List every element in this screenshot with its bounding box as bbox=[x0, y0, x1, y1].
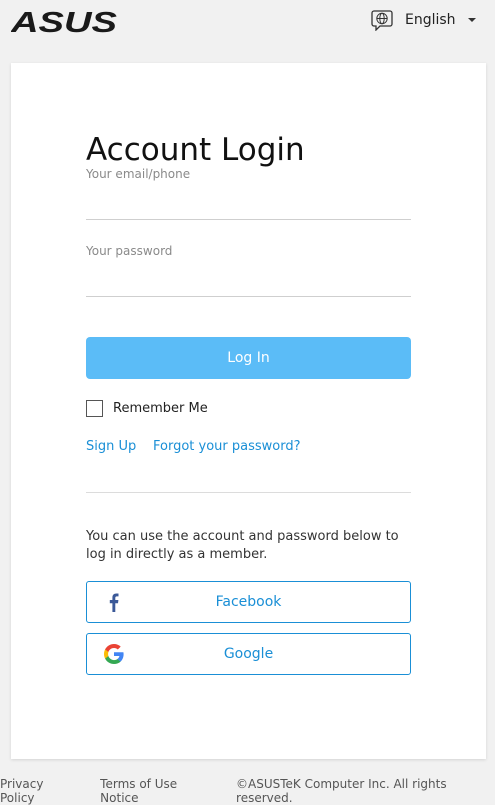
language-selector[interactable]: English bbox=[371, 9, 476, 31]
facebook-login-button[interactable]: Facebook bbox=[86, 581, 411, 623]
google-label: Google bbox=[223, 646, 274, 662]
password-field[interactable] bbox=[86, 270, 411, 297]
remember-me[interactable]: Remember Me bbox=[86, 400, 208, 417]
google-login-button[interactable]: Google bbox=[86, 633, 411, 675]
email-label: Your email/phone bbox=[86, 167, 191, 181]
forgot-password-link[interactable]: Forgot your password? bbox=[153, 439, 301, 454]
divider bbox=[86, 492, 411, 493]
remember-me-label: Remember Me bbox=[113, 401, 208, 416]
copyright-text: ©ASUSTeK Computer Inc. All rights reserv… bbox=[236, 777, 447, 805]
svg-text:ASUS: ASUS bbox=[11, 9, 118, 35]
caret-down-icon bbox=[467, 18, 476, 22]
top-bar: ASUS English bbox=[0, 0, 495, 45]
language-label: English bbox=[405, 12, 456, 28]
email-field[interactable] bbox=[86, 193, 411, 220]
sign-up-link[interactable]: Sign Up bbox=[86, 439, 136, 454]
footer: Privacy Policy Terms of Use Notice ©ASUS… bbox=[0, 777, 495, 805]
facebook-label: Facebook bbox=[215, 594, 282, 610]
password-label: Your password bbox=[86, 244, 173, 258]
asus-logo[interactable]: ASUS bbox=[11, 9, 119, 35]
social-login-info: You can use the account and password bel… bbox=[86, 529, 399, 562]
login-card: Account Login Your email/phone Your pass… bbox=[11, 63, 486, 759]
page-title: Account Login bbox=[86, 132, 305, 168]
login-button[interactable]: Log In bbox=[86, 337, 411, 379]
globe-icon bbox=[371, 10, 393, 31]
terms-of-use-link[interactable]: Terms of Use Notice bbox=[100, 777, 214, 805]
privacy-policy-link[interactable]: Privacy Policy bbox=[0, 777, 78, 805]
remember-me-checkbox[interactable] bbox=[86, 400, 103, 417]
